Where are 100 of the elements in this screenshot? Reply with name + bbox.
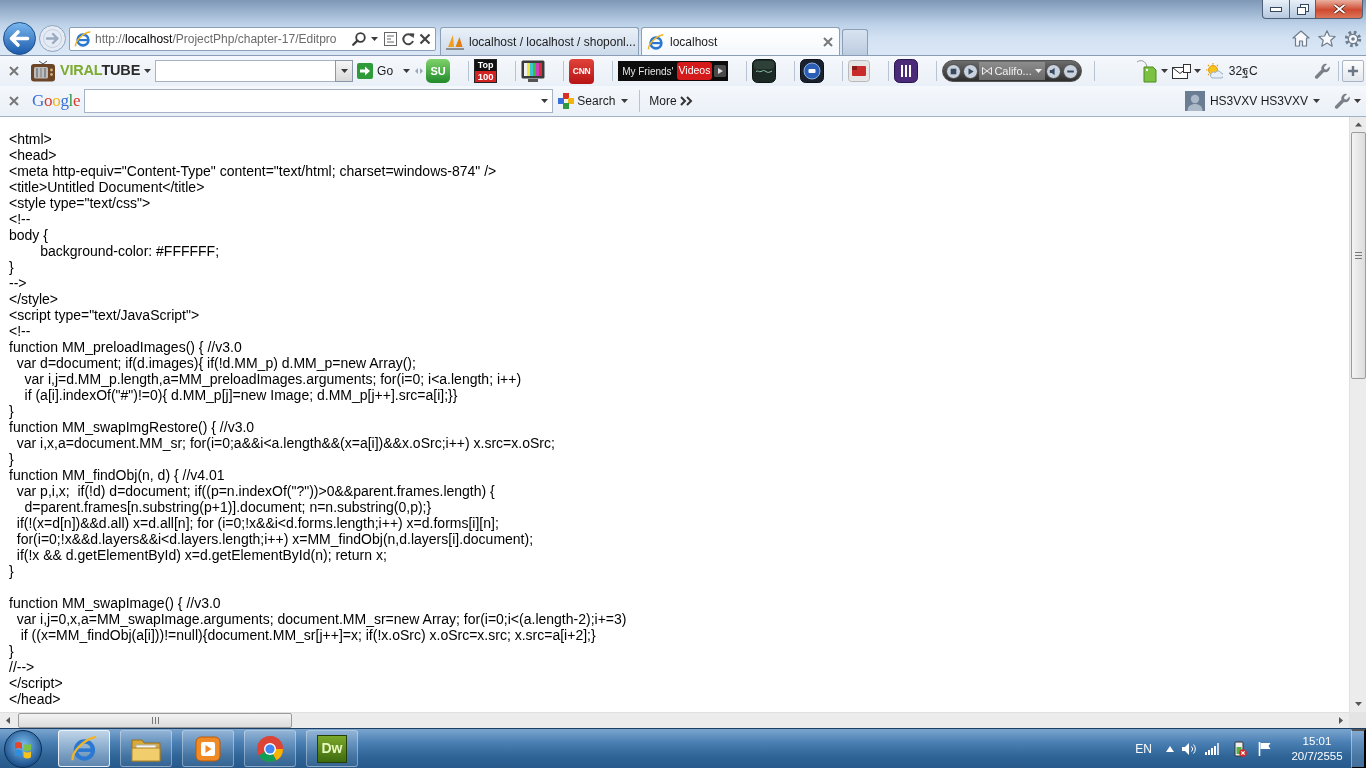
search-icon[interactable] [352,31,366,46]
tv-icon[interactable] [30,60,56,82]
weather-icon [1204,63,1223,79]
bowtie-icon [982,67,993,75]
code-line: d=parent.frames[n.substring(p+1)].document; n=n.substring(0,p);} [23,499,432,515]
caret-icon [403,69,411,73]
browser-e-icon [647,32,665,51]
minus-button[interactable] [1062,63,1078,79]
caret-icon [340,69,348,73]
code-line: <html> [9,131,52,147]
taskbar-button[interactable] [120,730,172,767]
close-button[interactable] [1316,0,1363,19]
star-icon[interactable] [1318,30,1336,47]
address-field[interactable]: http://localhost/ProjectPhp/chapter-17/Editpro [95,29,337,48]
top-list-badge[interactable]: Top 100 [474,59,498,83]
home-icon[interactable] [1292,30,1310,47]
more-button[interactable]: More [648,89,694,113]
code-line: var p,i,x; if(!d) d=document; if((p=n.indexOf("?"))>0&&parent.frames.length) { [15,483,495,499]
settings-icon[interactable] [1344,29,1362,48]
code-line: } [9,643,14,659]
stop-button[interactable] [946,63,962,79]
code-line: function MM_findObj(n, d) { //v4.01 [9,467,225,483]
restore-button[interactable] [1290,0,1316,19]
horizontal-scrollbar[interactable] [0,712,1349,728]
language-indicator[interactable]: EN [1135,739,1152,758]
caret-icon[interactable] [1160,69,1168,73]
close-icon[interactable] [9,96,19,106]
plus-icon [1347,65,1359,77]
show-hidden-icons-button[interactable] [1166,745,1174,752]
grip-icon [1354,252,1362,259]
taskbar-button[interactable]: Dw [306,730,358,767]
go-button[interactable]: Go [356,59,412,83]
input-field[interactable] [155,60,336,82]
caret-icon[interactable] [541,99,549,103]
scrollbar-thumb[interactable] [18,713,292,728]
code-line: <!-- [9,211,31,227]
taskbar-button[interactable] [58,730,110,767]
code-line: <meta http-equiv="Content-Type" content="text/html; charset=windows-874" /> [9,163,497,179]
account-button[interactable]: HS3VXV HS3VXV [1183,89,1321,113]
avatar-icon [1184,91,1205,111]
wrench-icon[interactable] [1314,63,1330,79]
volume-icon[interactable] [1181,741,1197,756]
start-button[interactable] [4,729,42,768]
disc-app-icon[interactable] [800,59,825,83]
caret-icon[interactable] [1193,69,1201,73]
caret-icon[interactable] [371,36,378,41]
caret-icon [1313,99,1320,103]
caret-icon [1034,69,1042,73]
page-icon[interactable] [384,31,397,46]
code-line: <script type="text/JavaScript"> [9,307,200,323]
dropdown-button[interactable] [335,60,354,82]
play-button[interactable] [963,63,979,79]
refresh-icon[interactable] [401,31,415,46]
tv-screen-icon[interactable] [521,60,546,82]
wave-tile-icon[interactable] [752,59,777,83]
scrollbar-thumb[interactable] [1350,132,1366,379]
chevrons-icon [679,96,693,106]
squares-icon [558,93,575,109]
code-line: var i,j=0,x,a=MM_swapImage.arguments; document.MM_sr=new Array; for(i=0;i<(a.length-2);i+=3) [15,611,627,627]
close-icon[interactable] [9,66,19,76]
go-arrow-icon [357,63,374,79]
code-line: <style type="text/css"> [9,195,151,211]
add-button[interactable] [1342,60,1364,82]
search-logo: Google [32,90,81,113]
news-tile[interactable]: CNN [569,58,595,84]
search-button[interactable]: Search [557,89,630,113]
minimize-button[interactable] [1262,0,1290,19]
caret-icon [1354,99,1361,103]
flag-icon[interactable] [1258,741,1272,756]
search-field[interactable] [84,89,554,113]
round-browser-icon [256,734,284,763]
stop-icon[interactable] [419,32,431,45]
back-button[interactable] [3,22,36,55]
mail-icon[interactable] [1171,63,1191,79]
code-line: var i,j=d.MM_p.length,a=MM_preloadImages.arguments; for(i=0; i<a.length; i++) [23,371,522,387]
browser-tab[interactable]: localhost [641,27,840,55]
vertical-scrollbar[interactable] [1349,117,1366,712]
toolbar-brand-label: VIRALTUBE [60,61,141,81]
code-line: </style> [9,291,59,307]
code-line: <head> [9,147,57,163]
caret-icon[interactable] [144,69,152,73]
wrench-icon [1334,93,1350,109]
clock-button[interactable]: 15:01 20/7/2555 [1289,733,1345,764]
screen-app-icon[interactable] [848,60,871,82]
code-line: if(!x && d.getElementById) x=d.getElementById(n); return x; [15,547,387,563]
close-icon [1331,3,1347,15]
taskbar-button[interactable] [182,730,234,767]
tab-close-icon[interactable] [823,36,833,47]
taskbar-button[interactable] [244,730,296,767]
striped-app-icon[interactable] [894,59,919,83]
browser-tab[interactable]: localhost / localhost / shoponl... [440,27,639,55]
signal-icon[interactable] [1205,742,1219,755]
volume-button[interactable] [1045,63,1061,79]
code-line: } [9,403,14,419]
code-line: var d=document; if(d.images){ if(!d.MM_p) d.MM_p=new Array(); [15,355,416,371]
show-desktop-button[interactable] [1351,728,1366,768]
network-warning-icon[interactable] [1231,740,1247,757]
videos-button[interactable]: My Friends' Videos [618,61,729,81]
track-selector[interactable]: Califo... [979,62,1045,80]
code-line: --> [9,275,27,291]
